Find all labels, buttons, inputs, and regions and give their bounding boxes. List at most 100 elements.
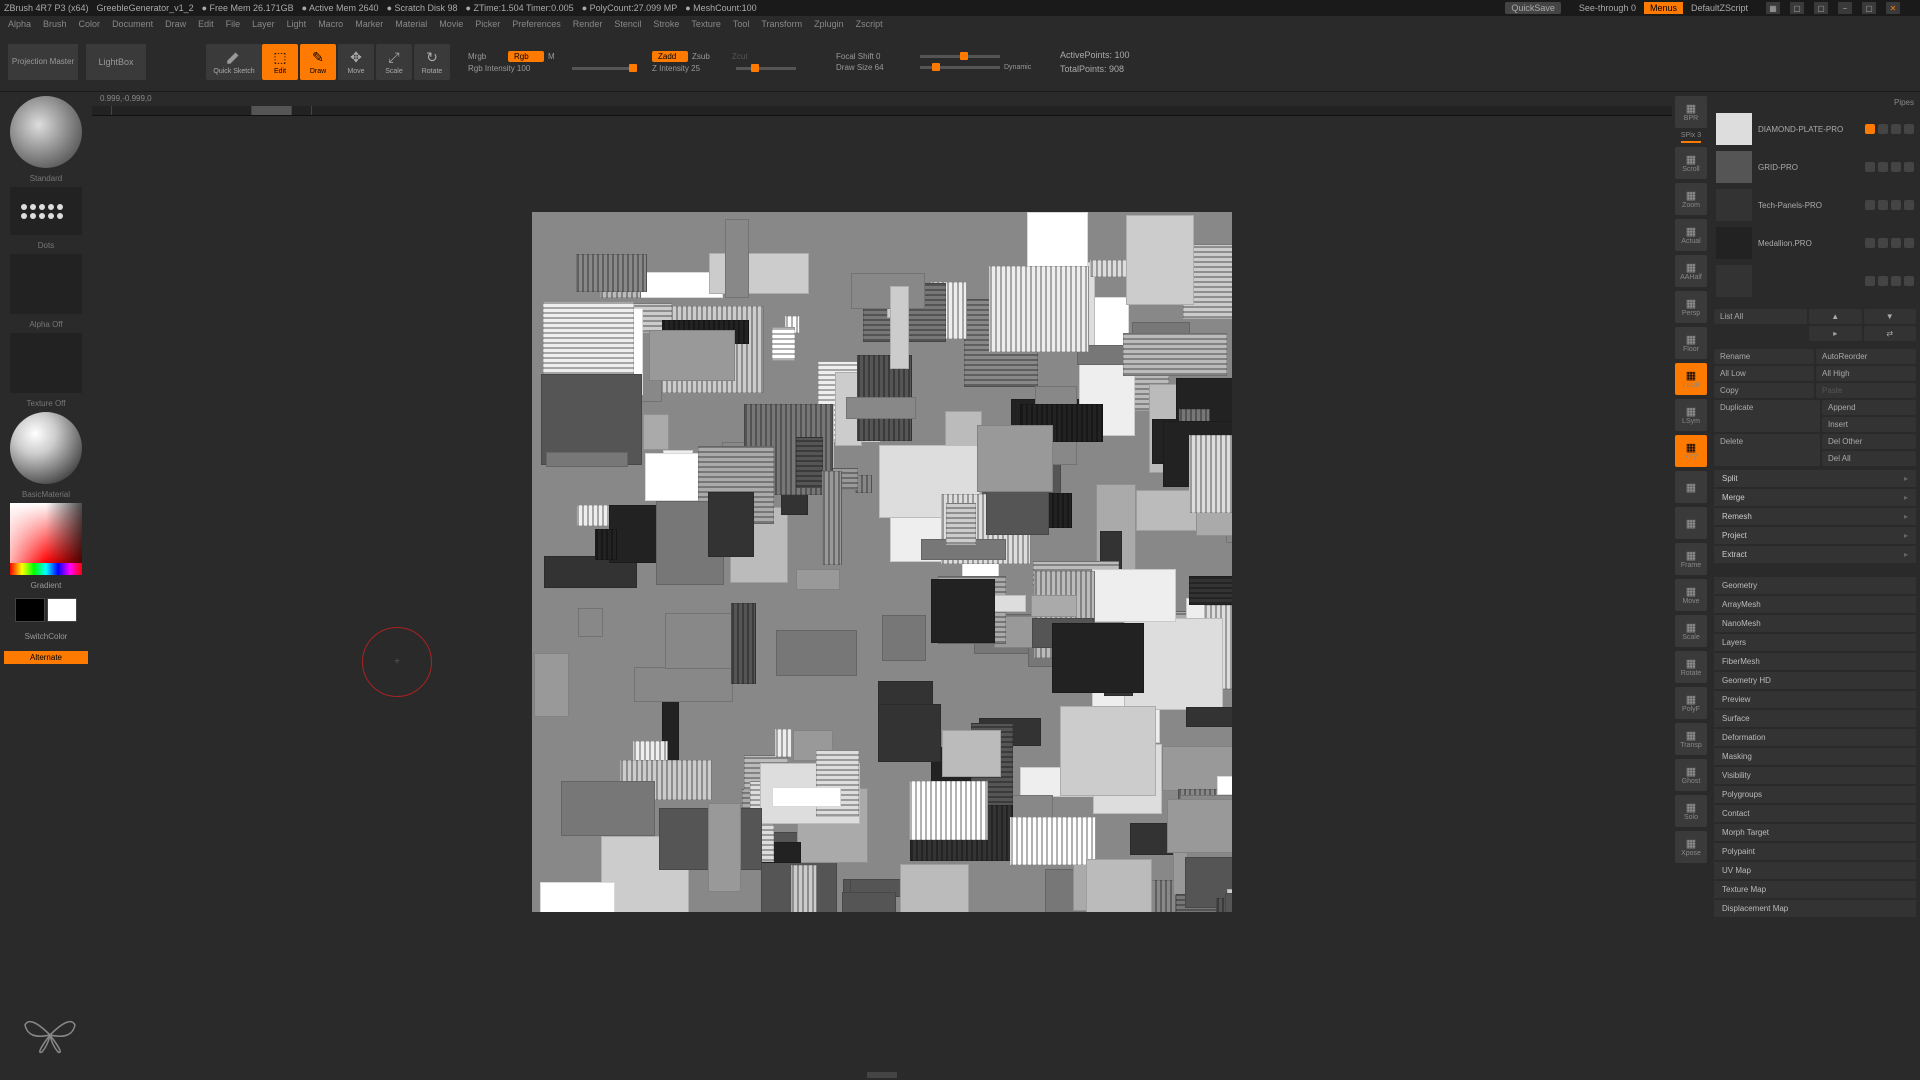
move-button[interactable]: ▦Move — [1675, 579, 1707, 611]
surface-section[interactable]: Surface — [1714, 710, 1916, 727]
rt-11-button[interactable]: ▦ — [1675, 507, 1707, 539]
persp-button[interactable]: ▦Persp — [1675, 291, 1707, 323]
scale-mode-button[interactable]: ⤢Scale — [376, 44, 412, 80]
menu-document[interactable]: Document — [112, 19, 153, 29]
draw-mode-button[interactable]: ✎Draw — [300, 44, 336, 80]
copy-button[interactable]: Copy — [1714, 383, 1814, 398]
bpr-button[interactable]: ▦BPR — [1675, 96, 1707, 128]
zcut-button[interactable]: Zcut — [732, 52, 768, 61]
window-icon-1[interactable]: ▦ — [1766, 2, 1780, 14]
menus-button[interactable]: Menus — [1644, 2, 1683, 14]
zsub-button[interactable]: Zsub — [692, 52, 728, 61]
edit-mode-button[interactable]: ⬚Edit — [262, 44, 298, 80]
menu-marker[interactable]: Marker — [355, 19, 383, 29]
menu-draw[interactable]: Draw — [165, 19, 186, 29]
delother-button[interactable]: Del Other — [1822, 434, 1916, 449]
menu-file[interactable]: File — [226, 19, 241, 29]
paste-button[interactable]: Paste — [1816, 383, 1916, 398]
bottom-handle-icon[interactable] — [867, 1072, 897, 1078]
alternate-button[interactable]: Alternate — [4, 651, 88, 664]
menu-tool[interactable]: Tool — [733, 19, 750, 29]
quick-sketch-button[interactable]: Quick Sketch — [206, 44, 262, 80]
scroll-button[interactable]: ▦Scroll — [1675, 147, 1707, 179]
ghost-button[interactable]: ▦Ghost — [1675, 759, 1707, 791]
append-button[interactable]: Append — [1822, 400, 1916, 415]
z-intensity-slider[interactable] — [736, 67, 796, 70]
xpose-button[interactable]: ▦Xpose — [1675, 831, 1707, 863]
menu-zplugin[interactable]: Zplugin — [814, 19, 844, 29]
switchcolor-button[interactable]: SwitchColor — [4, 630, 88, 643]
remesh-dropdown[interactable]: Remesh — [1714, 508, 1916, 525]
window-icon-3[interactable]: ▢ — [1814, 2, 1828, 14]
color-swatch-white[interactable] — [47, 598, 77, 622]
arrow-down-icon[interactable]: ▼ — [1864, 309, 1917, 324]
window-icon-2[interactable]: ▢ — [1790, 2, 1804, 14]
allhigh-button[interactable]: All High — [1816, 366, 1916, 381]
alpha-thumbnail[interactable] — [10, 254, 82, 314]
fibermesh-section[interactable]: FiberMesh — [1714, 653, 1916, 670]
duplicate-button[interactable]: Duplicate — [1714, 400, 1820, 432]
project-dropdown[interactable]: Project — [1714, 527, 1916, 544]
menu-stencil[interactable]: Stencil — [614, 19, 641, 29]
frame-button[interactable]: ▦Frame — [1675, 543, 1707, 575]
lsym-button[interactable]: ▦LSym — [1675, 399, 1707, 431]
rgb-intensity-label[interactable]: Rgb Intensity 100 — [468, 64, 568, 73]
geometry-hd-section[interactable]: Geometry HD — [1714, 672, 1916, 689]
menu-zscript[interactable]: Zscript — [856, 19, 883, 29]
close-icon[interactable]: ✕ — [1886, 2, 1900, 14]
color-swatch-black[interactable] — [15, 598, 45, 622]
extract-dropdown[interactable]: Extract — [1714, 546, 1916, 563]
m-button[interactable]: M — [548, 52, 584, 61]
zadd-button[interactable]: Zadd — [652, 51, 688, 62]
menu-light[interactable]: Light — [287, 19, 307, 29]
focal-shift-label[interactable]: Focal Shift 0 — [836, 52, 916, 61]
menu-edit[interactable]: Edit — [198, 19, 214, 29]
menu-render[interactable]: Render — [573, 19, 603, 29]
timeline-ruler[interactable] — [92, 106, 1672, 116]
move-mode-button[interactable]: ✥Move — [338, 44, 374, 80]
aahalf-button[interactable]: ▦AAHalf — [1675, 255, 1707, 287]
color-picker[interactable] — [10, 503, 82, 575]
polyf-button[interactable]: ▦PolyF — [1675, 687, 1707, 719]
stroke-thumbnail[interactable] — [10, 187, 82, 235]
menu-texture[interactable]: Texture — [691, 19, 721, 29]
insert-button[interactable]: Insert — [1822, 417, 1916, 432]
menu-picker[interactable]: Picker — [475, 19, 500, 29]
polypaint-section[interactable]: Polypaint — [1714, 843, 1916, 860]
delall-button[interactable]: Del All — [1822, 451, 1916, 466]
zoom-button[interactable]: ▦Zoom — [1675, 183, 1707, 215]
transp-button[interactable]: ▦Transp — [1675, 723, 1707, 755]
solo-button[interactable]: ▦Solo — [1675, 795, 1707, 827]
focal-shift-slider[interactable] — [920, 55, 1000, 58]
local-button[interactable]: ▦Local — [1675, 363, 1707, 395]
subtool-item[interactable]: DIAMOND-PLATE-PRO — [1714, 111, 1916, 147]
rgb-intensity-slider[interactable] — [572, 67, 632, 70]
brush-thumbnail[interactable] — [10, 96, 82, 168]
list-all-button[interactable]: List All — [1714, 309, 1807, 324]
arraymesh-section[interactable]: ArrayMesh — [1714, 596, 1916, 613]
xyz-button[interactable]: ▦XYZ — [1675, 435, 1707, 467]
menu-brush[interactable]: Brush — [43, 19, 67, 29]
projection-master-button[interactable]: Projection Master — [8, 44, 78, 80]
menu-movie[interactable]: Movie — [439, 19, 463, 29]
arrow-up-icon[interactable]: ▲ — [1809, 309, 1862, 324]
dynamic-label[interactable]: Dynamic — [1004, 64, 1040, 71]
autoreorder-button[interactable]: AutoReorder — [1816, 349, 1916, 364]
actual-button[interactable]: ▦Actual — [1675, 219, 1707, 251]
subtool-item[interactable]: Medallion.PRO — [1714, 225, 1916, 261]
merge-dropdown[interactable]: Merge — [1714, 489, 1916, 506]
mrgb-button[interactable]: Mrgb — [468, 52, 504, 61]
menu-transform[interactable]: Transform — [761, 19, 802, 29]
scale-button[interactable]: ▦Scale — [1675, 615, 1707, 647]
maximize-icon[interactable]: ▢ — [1862, 2, 1876, 14]
texture-thumbnail[interactable] — [10, 333, 82, 393]
masking-section[interactable]: Masking — [1714, 748, 1916, 765]
split-dropdown[interactable]: Split — [1714, 470, 1916, 487]
subtool-item[interactable]: GRID-PRO — [1714, 149, 1916, 185]
geometry-section[interactable]: Geometry — [1714, 577, 1916, 594]
morph-target-section[interactable]: Morph Target — [1714, 824, 1916, 841]
minimize-icon[interactable]: − — [1838, 2, 1852, 14]
rgb-button[interactable]: Rgb — [508, 51, 544, 62]
arrow-right-icon[interactable]: ▸ — [1809, 326, 1862, 341]
menu-alpha[interactable]: Alpha — [8, 19, 31, 29]
